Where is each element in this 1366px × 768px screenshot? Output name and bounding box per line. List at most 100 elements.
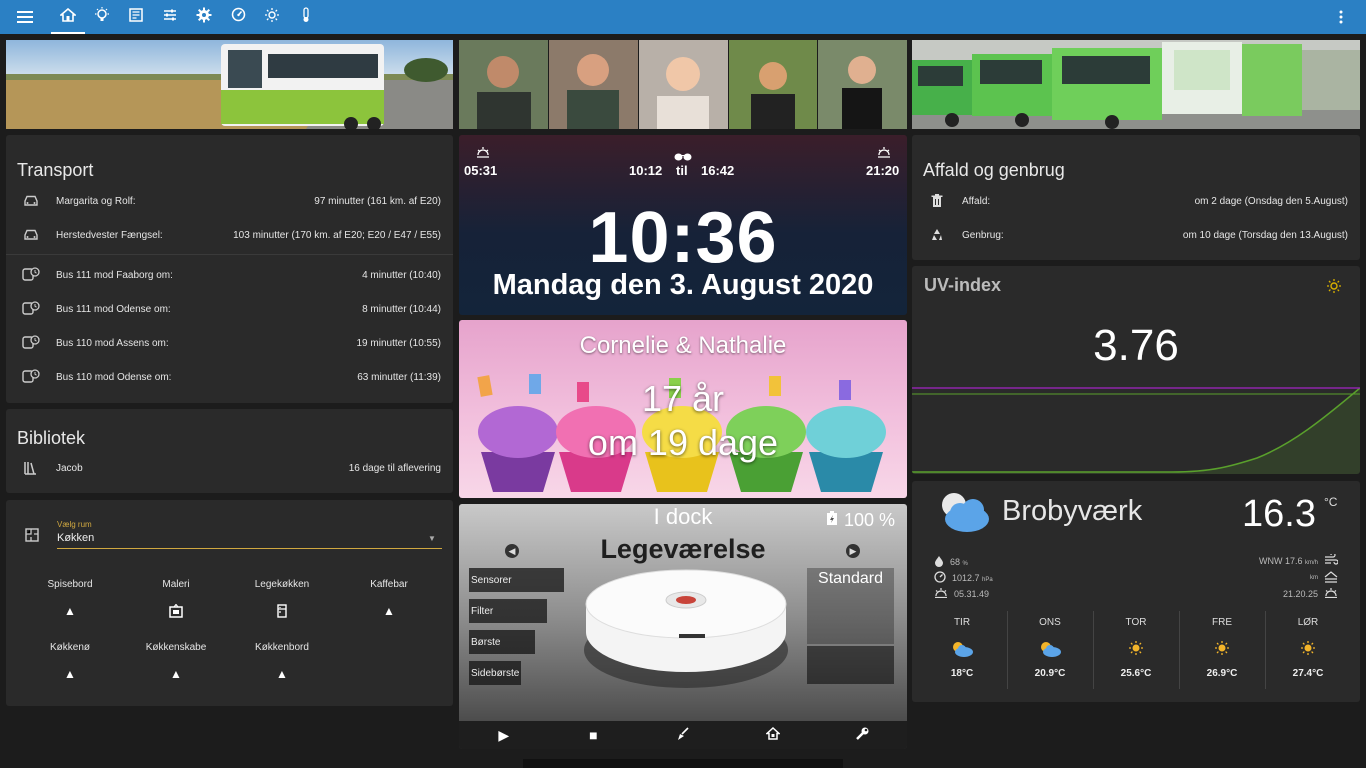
waste-card: Affald og genbrug Affald: om 2 dage (Ons…: [912, 135, 1360, 260]
sunny-icon: [1265, 640, 1351, 660]
forecast-day: LØR 27.4°C: [1265, 611, 1351, 691]
sunrise-icon: [476, 145, 490, 163]
water-drop-icon: [934, 555, 944, 569]
transport-title: Transport: [17, 160, 94, 180]
light-tile[interactable]: Maleri: [123, 579, 229, 621]
birthday-countdown: om 19 dage: [587, 422, 779, 463]
light-tile[interactable]: Kaffebar ▲: [336, 579, 442, 618]
forecast-day-name: ONS: [1039, 617, 1061, 628]
tab-climate[interactable]: [289, 0, 323, 34]
clock-date: Mandag den 3. August 2020: [492, 269, 874, 301]
tab-controls[interactable]: [153, 0, 187, 34]
top-app-bar: [0, 0, 1366, 34]
bus-clock-icon: [6, 267, 56, 283]
sensors-button[interactable]: Sensorer: [469, 568, 564, 592]
forecast-day-name: TOR: [1125, 617, 1147, 628]
weather-card[interactable]: Brobyværk 16.3 °C 68 % 1012.7 hPa 05.31.…: [912, 481, 1360, 702]
library-row[interactable]: Jacob 16 dage til aflevering: [6, 451, 453, 485]
tile-label: Kaffebar: [370, 579, 408, 590]
clock-time: 10:36: [588, 198, 778, 278]
bus-row[interactable]: Bus 110 mod Assens om: 19 minutter (10:5…: [6, 326, 453, 360]
row-label: Affald:: [962, 195, 991, 207]
broom-icon[interactable]: [668, 726, 698, 744]
dots-vertical-icon[interactable]: [1324, 0, 1358, 34]
sunrise-time: 05:31: [464, 163, 498, 178]
side-brush-button[interactable]: Sidebørste: [469, 661, 521, 685]
filter-button[interactable]: Filter: [469, 599, 547, 623]
clock-card: 05:31 10:12 til 16:42 21:20 10:36 Mandag…: [459, 135, 907, 315]
waste-row[interactable]: Affald: om 2 dage (Onsdag den 5.August): [912, 184, 1360, 218]
chevron-down-icon[interactable]: ▼: [428, 534, 436, 543]
sunny-icon: [1179, 640, 1265, 660]
chevron-right-icon[interactable]: ▶: [846, 544, 860, 558]
vacuum-card: I dock 100 % Legeværelse ◀ ▶ Sensorer Fi…: [459, 504, 907, 749]
tile-label: Køkkenskabe: [145, 642, 207, 653]
visibility-icon: [1324, 571, 1338, 585]
forecast-day: ONS 20.9°C: [1007, 611, 1093, 691]
fan-mode-button[interactable]: Standard: [807, 568, 894, 644]
bus-clock-icon: [6, 335, 56, 351]
row-label: Bus 111 mod Faaborg om:: [56, 269, 173, 281]
sun-from: 10:12: [629, 163, 663, 178]
car-row[interactable]: Herstedvester Fængsel: 103 minutter (170…: [6, 218, 453, 252]
transport-card: Transport Margarita og Rolf: 97 minutter…: [6, 135, 453, 403]
trash-icon: [912, 194, 962, 208]
light-tile[interactable]: Køkkenø ▲: [17, 642, 123, 681]
bottom-strip: [523, 759, 843, 768]
row-label: Bus 111 mod Odense om:: [56, 303, 171, 315]
light-tile[interactable]: Køkkenbord ▲: [229, 642, 335, 681]
partly-cloudy-icon: [919, 640, 1005, 660]
row-label: Genbrug:: [962, 229, 1004, 241]
row-value: 97 minutter (161 km. af E20): [314, 195, 441, 207]
row-label: Jacob: [56, 462, 83, 474]
light-tile[interactable]: Køkkenskabe ▲: [123, 642, 229, 681]
tab-energy[interactable]: [221, 0, 255, 34]
tab-weather[interactable]: [255, 0, 289, 34]
row-value: 8 minutter (10:44): [362, 303, 441, 315]
bus-clock-icon: [6, 301, 56, 317]
tab-lights[interactable]: [85, 0, 119, 34]
vacuum-controls: ▶ ■: [459, 721, 907, 749]
wind-unit: km/h: [1304, 560, 1318, 566]
menu-icon[interactable]: [8, 0, 42, 34]
stop-icon[interactable]: ■: [578, 727, 608, 743]
weather-location: Brobyværk: [1002, 495, 1143, 527]
car-row[interactable]: Margarita og Rolf: 97 minutter (161 km. …: [6, 184, 453, 218]
library-icon: [6, 461, 56, 475]
tab-news[interactable]: [119, 0, 153, 34]
painting-icon: [123, 603, 229, 621]
humidity-unit: %: [962, 561, 968, 567]
gauge-icon: [934, 571, 946, 585]
row-value: om 10 dage (Torsdag den 13.August): [1182, 229, 1348, 241]
sunset-time: 21:20: [866, 163, 900, 178]
room-select-value[interactable]: Køkken: [57, 532, 94, 544]
pressure-value: 1012.7: [952, 573, 980, 583]
wrench-icon[interactable]: [847, 726, 877, 744]
row-label: Bus 110 mod Assens om:: [56, 337, 169, 349]
tab-settings[interactable]: [187, 0, 221, 34]
library-title: Bibliotek: [17, 428, 86, 448]
row-value: 4 minutter (10:40): [362, 269, 441, 281]
tile-label: Maleri: [162, 579, 190, 590]
light-tile[interactable]: Legekøkken: [229, 579, 335, 621]
chevron-left-icon[interactable]: ◀: [505, 544, 519, 558]
tile-label: Køkkenø: [49, 642, 90, 653]
light-tile[interactable]: Spisebord ▲: [17, 579, 123, 618]
gear-icon: [196, 7, 212, 28]
waste-row[interactable]: Genbrug: om 10 dage (Torsdag den 13.Augu…: [912, 218, 1360, 252]
tab-home[interactable]: [51, 0, 85, 34]
humidity-attr: 68 %: [934, 555, 968, 569]
select-underline: [57, 548, 442, 549]
forecast-day: FRE 26.9°C: [1179, 611, 1265, 691]
brush-button[interactable]: Børste: [469, 630, 535, 654]
tune-icon: [163, 8, 177, 27]
uv-title: UV-index: [924, 275, 1002, 295]
battery-value: 100 %: [843, 510, 895, 530]
rooms-card: Vælg rum Køkken ▼ Spisebord ▲ Maleri Leg…: [6, 500, 453, 706]
home-dock-icon[interactable]: [758, 726, 788, 743]
uv-card[interactable]: UV-index 3.76: [912, 266, 1360, 474]
bus-row[interactable]: Bus 110 mod Odense om: 63 minutter (11:3…: [6, 360, 453, 394]
bus-row[interactable]: Bus 111 mod Faaborg om: 4 minutter (10:4…: [6, 258, 453, 292]
bus-row[interactable]: Bus 111 mod Odense om: 8 minutter (10:44…: [6, 292, 453, 326]
play-icon[interactable]: ▶: [489, 727, 519, 744]
